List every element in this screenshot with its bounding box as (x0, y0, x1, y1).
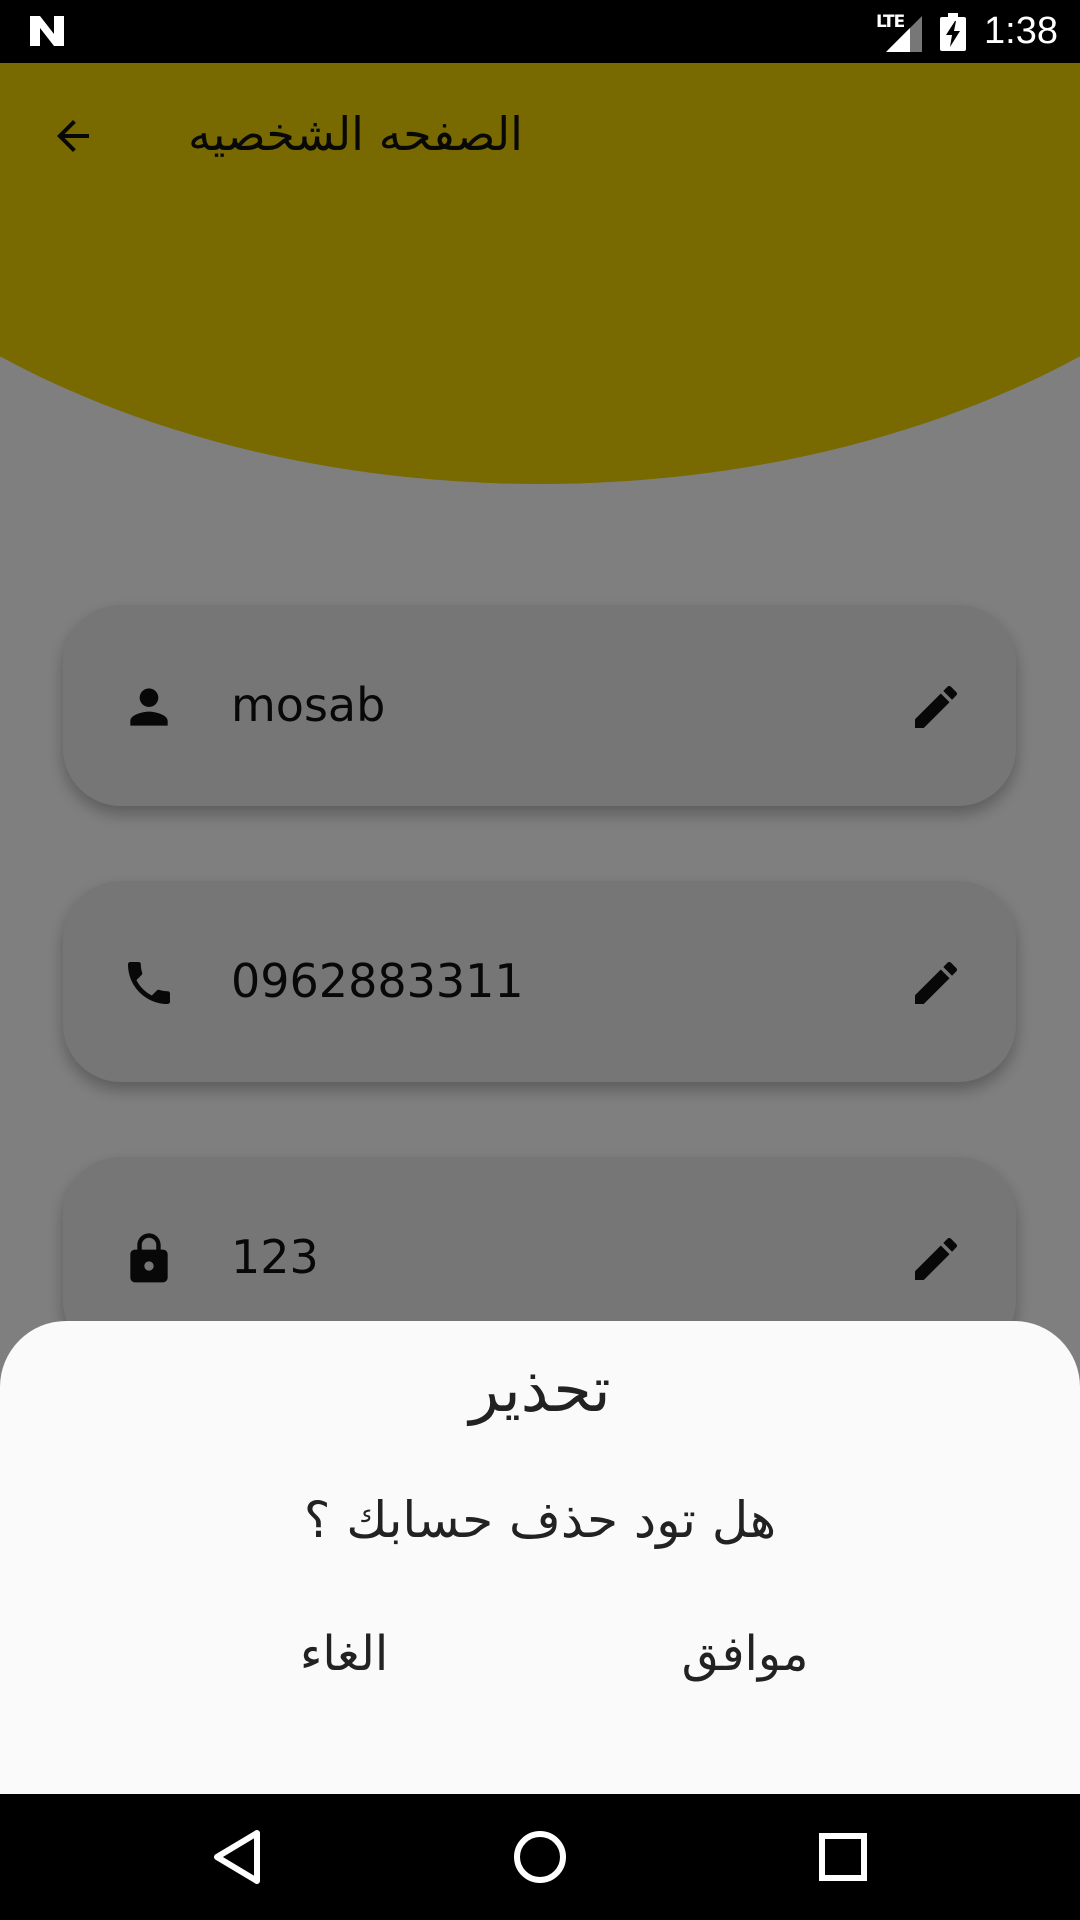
battery-charging-icon (940, 12, 967, 51)
navigation-bar (0, 1794, 1080, 1920)
nav-back-button[interactable] (202, 1822, 272, 1892)
status-bar: LTE 1:38 (0, 0, 1080, 63)
signal-strength-icon: LTE (876, 12, 923, 52)
triangle-back-icon (214, 1830, 260, 1884)
dialog-title: تحذير (469, 1353, 611, 1426)
nav-recents-button[interactable] (808, 1822, 878, 1892)
delete-account-sheet: تحذير هل تود حذف حسابك ؟ موافق الغاء (0, 1321, 1080, 1794)
nav-home-button[interactable] (505, 1822, 575, 1892)
confirm-button[interactable]: موافق (662, 1619, 828, 1689)
cancel-button[interactable]: الغاء (282, 1619, 406, 1689)
dialog-message: هل تود حذف حسابك ؟ (303, 1491, 777, 1549)
square-recents-icon (819, 1833, 867, 1881)
status-time: 1:38 (984, 10, 1058, 52)
profile-screen: الصفحه الشخصيه mosab 0962883311 (0, 63, 1080, 1794)
circle-home-icon (514, 1831, 566, 1883)
notification-n-icon (30, 16, 64, 46)
